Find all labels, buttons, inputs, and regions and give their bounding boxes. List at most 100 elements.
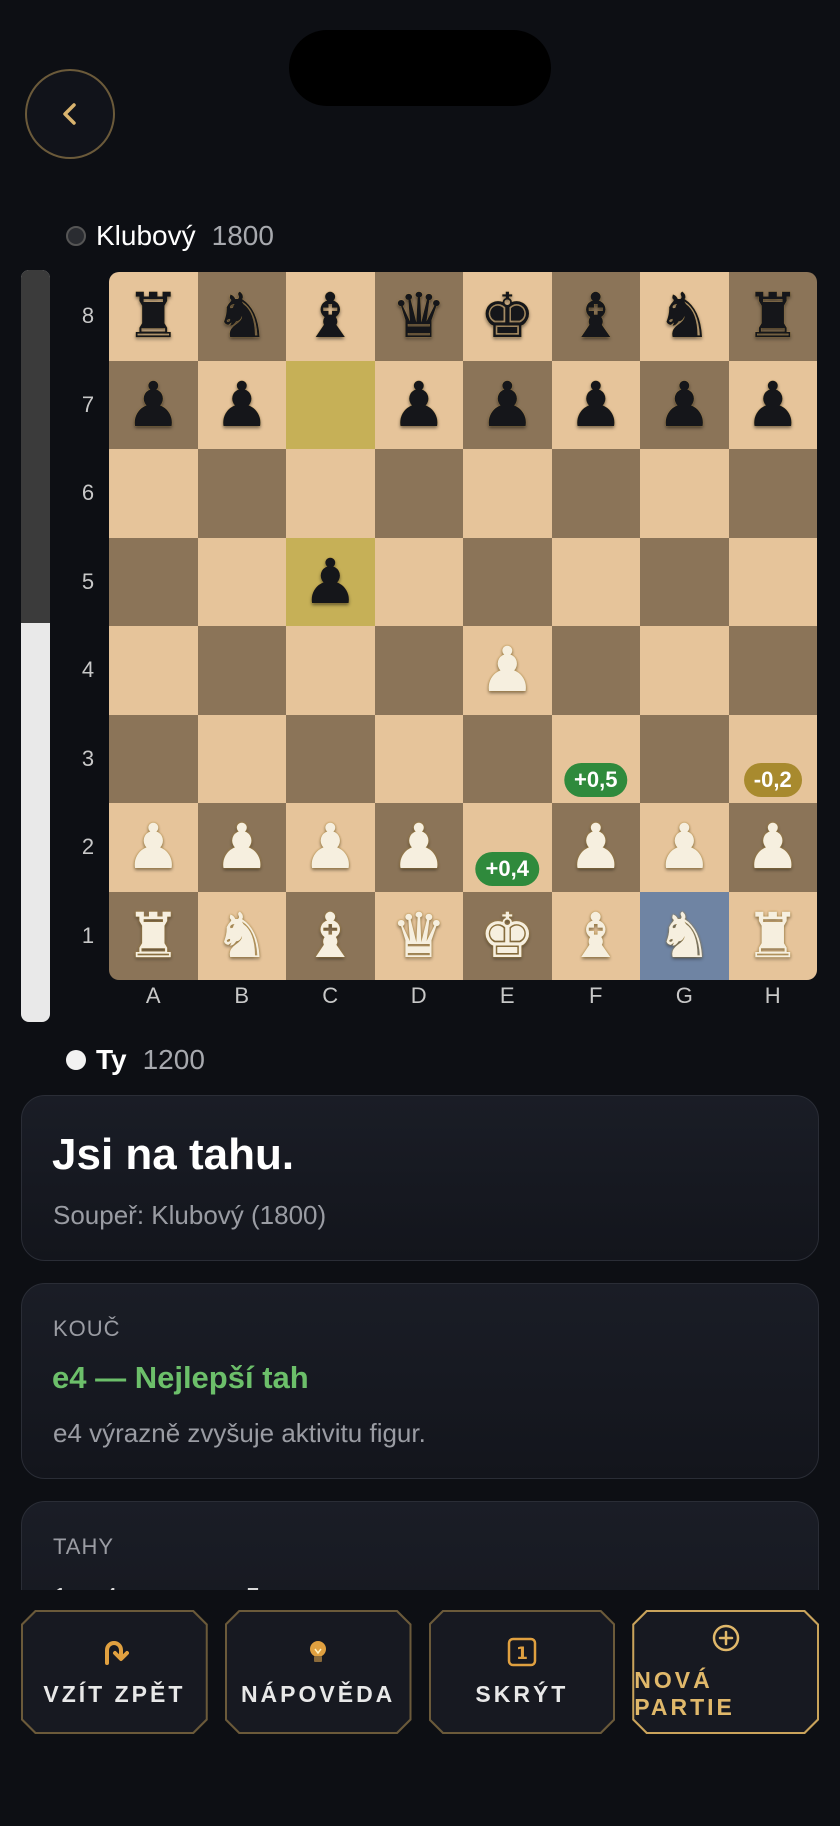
- square-f6[interactable]: [551, 449, 640, 538]
- square-a2[interactable]: ♟: [109, 803, 198, 892]
- square-f2[interactable]: ♟: [551, 803, 640, 892]
- black-bishop-icon[interactable]: ♝: [302, 285, 358, 347]
- white-pawn-icon[interactable]: ♟: [745, 816, 801, 878]
- square-a7[interactable]: ♟: [109, 360, 198, 449]
- black-rook-icon[interactable]: ♜: [125, 285, 181, 347]
- square-d7[interactable]: ♟: [374, 360, 463, 449]
- square-c1[interactable]: ♝: [286, 891, 375, 980]
- square-b7[interactable]: ♟: [197, 360, 286, 449]
- square-d6[interactable]: [374, 449, 463, 538]
- square-e8[interactable]: ♚: [463, 272, 552, 361]
- white-pawn-icon[interactable]: ♟: [479, 639, 535, 701]
- square-h5[interactable]: [728, 537, 817, 626]
- square-e4[interactable]: ♟: [463, 626, 552, 715]
- white-knight-icon[interactable]: ♞: [214, 904, 270, 967]
- white-pawn-icon[interactable]: ♟: [125, 816, 181, 878]
- back-button[interactable]: [25, 69, 115, 159]
- square-g3[interactable]: [640, 714, 729, 803]
- square-d2[interactable]: ♟: [374, 803, 463, 892]
- square-g2[interactable]: ♟: [640, 803, 729, 892]
- black-pawn-icon[interactable]: ♟: [302, 550, 358, 613]
- white-king-icon[interactable]: ♚: [479, 904, 535, 967]
- white-bishop-icon[interactable]: ♝: [302, 904, 358, 967]
- square-c2[interactable]: ♟: [286, 803, 375, 892]
- white-knight-icon[interactable]: ♞: [656, 904, 712, 967]
- square-f4[interactable]: [551, 626, 640, 715]
- square-f1[interactable]: ♝: [551, 891, 640, 980]
- square-b5[interactable]: [197, 537, 286, 626]
- square-e3[interactable]: [463, 714, 552, 803]
- black-knight-icon[interactable]: ♞: [656, 285, 712, 347]
- white-pawn-icon[interactable]: ♟: [302, 816, 358, 878]
- undo-button[interactable]: VZÍT ZPĚT: [21, 1610, 208, 1734]
- white-rook-icon[interactable]: ♜: [745, 904, 801, 967]
- square-a5[interactable]: [109, 537, 198, 626]
- white-pawn-icon[interactable]: ♟: [391, 816, 447, 878]
- square-b6[interactable]: [197, 449, 286, 538]
- square-h1[interactable]: ♜: [728, 891, 817, 980]
- square-c3[interactable]: [286, 714, 375, 803]
- white-pawn-icon[interactable]: ♟: [656, 816, 712, 878]
- square-d4[interactable]: [374, 626, 463, 715]
- square-a8[interactable]: ♜: [109, 272, 198, 361]
- square-h6[interactable]: [728, 449, 817, 538]
- square-f7[interactable]: ♟: [551, 360, 640, 449]
- square-a1[interactable]: ♜: [109, 891, 198, 980]
- square-c6[interactable]: [286, 449, 375, 538]
- black-pawn-icon[interactable]: ♟: [125, 373, 181, 436]
- square-d1[interactable]: ♛: [374, 891, 463, 980]
- square-d8[interactable]: ♛: [374, 272, 463, 361]
- square-a4[interactable]: [109, 626, 198, 715]
- square-c8[interactable]: ♝: [286, 272, 375, 361]
- square-e7[interactable]: ♟: [463, 360, 552, 449]
- square-e5[interactable]: [463, 537, 552, 626]
- square-a3[interactable]: [109, 714, 198, 803]
- black-pawn-icon[interactable]: ♟: [745, 373, 801, 436]
- square-c5[interactable]: ♟: [286, 537, 375, 626]
- square-a6[interactable]: [109, 449, 198, 538]
- square-b1[interactable]: ♞: [197, 891, 286, 980]
- square-b3[interactable]: [197, 714, 286, 803]
- black-pawn-icon[interactable]: ♟: [214, 373, 270, 436]
- square-g5[interactable]: [640, 537, 729, 626]
- square-e1[interactable]: ♚: [463, 891, 552, 980]
- chess-board[interactable]: ♜ ♞ ♝ ♛ ♚ ♝ ♞ ♜ ♟ ♟ ♟ ♟ ♟ ♟ ♟ ♟ ♟ +0,5 -0,2 ♟ ♟ ♟ ♟ +0,4 ♟ ♟ ♟ ♜ ♞ ♝ ♛…: [109, 272, 817, 980]
- square-h8[interactable]: ♜: [728, 272, 817, 361]
- square-e2[interactable]: +0,4: [463, 803, 552, 892]
- white-rook-icon[interactable]: ♜: [125, 904, 181, 967]
- square-d5[interactable]: [374, 537, 463, 626]
- black-queen-icon[interactable]: ♛: [391, 285, 447, 347]
- square-g8[interactable]: ♞: [640, 272, 729, 361]
- square-g7[interactable]: ♟: [640, 360, 729, 449]
- new-game-button[interactable]: NOVÁ PARTIE: [632, 1610, 819, 1734]
- black-pawn-icon[interactable]: ♟: [391, 373, 447, 436]
- square-h4[interactable]: [728, 626, 817, 715]
- black-pawn-icon[interactable]: ♟: [568, 373, 624, 436]
- square-f3[interactable]: +0,5: [551, 714, 640, 803]
- square-e6[interactable]: [463, 449, 552, 538]
- square-f8[interactable]: ♝: [551, 272, 640, 361]
- square-c7[interactable]: [286, 360, 375, 449]
- square-b8[interactable]: ♞: [197, 272, 286, 361]
- hint-button[interactable]: NÁPOVĚDA: [225, 1610, 412, 1734]
- white-pawn-icon[interactable]: ♟: [214, 816, 270, 878]
- square-b2[interactable]: ♟: [197, 803, 286, 892]
- black-pawn-icon[interactable]: ♟: [479, 373, 535, 436]
- square-g6[interactable]: [640, 449, 729, 538]
- white-bishop-icon[interactable]: ♝: [568, 904, 624, 967]
- black-king-icon[interactable]: ♚: [479, 285, 535, 347]
- square-b4[interactable]: [197, 626, 286, 715]
- square-h2[interactable]: ♟: [728, 803, 817, 892]
- black-knight-icon[interactable]: ♞: [214, 285, 270, 347]
- square-d3[interactable]: [374, 714, 463, 803]
- black-bishop-icon[interactable]: ♝: [568, 285, 624, 347]
- square-h3[interactable]: -0,2: [728, 714, 817, 803]
- square-g1[interactable]: ♞: [640, 891, 729, 980]
- hide-button[interactable]: 1 SKRÝT: [429, 1610, 616, 1734]
- square-f5[interactable]: [551, 537, 640, 626]
- white-pawn-icon[interactable]: ♟: [568, 816, 624, 878]
- square-c4[interactable]: [286, 626, 375, 715]
- square-g4[interactable]: [640, 626, 729, 715]
- white-queen-icon[interactable]: ♛: [391, 904, 447, 967]
- black-rook-icon[interactable]: ♜: [745, 285, 801, 347]
